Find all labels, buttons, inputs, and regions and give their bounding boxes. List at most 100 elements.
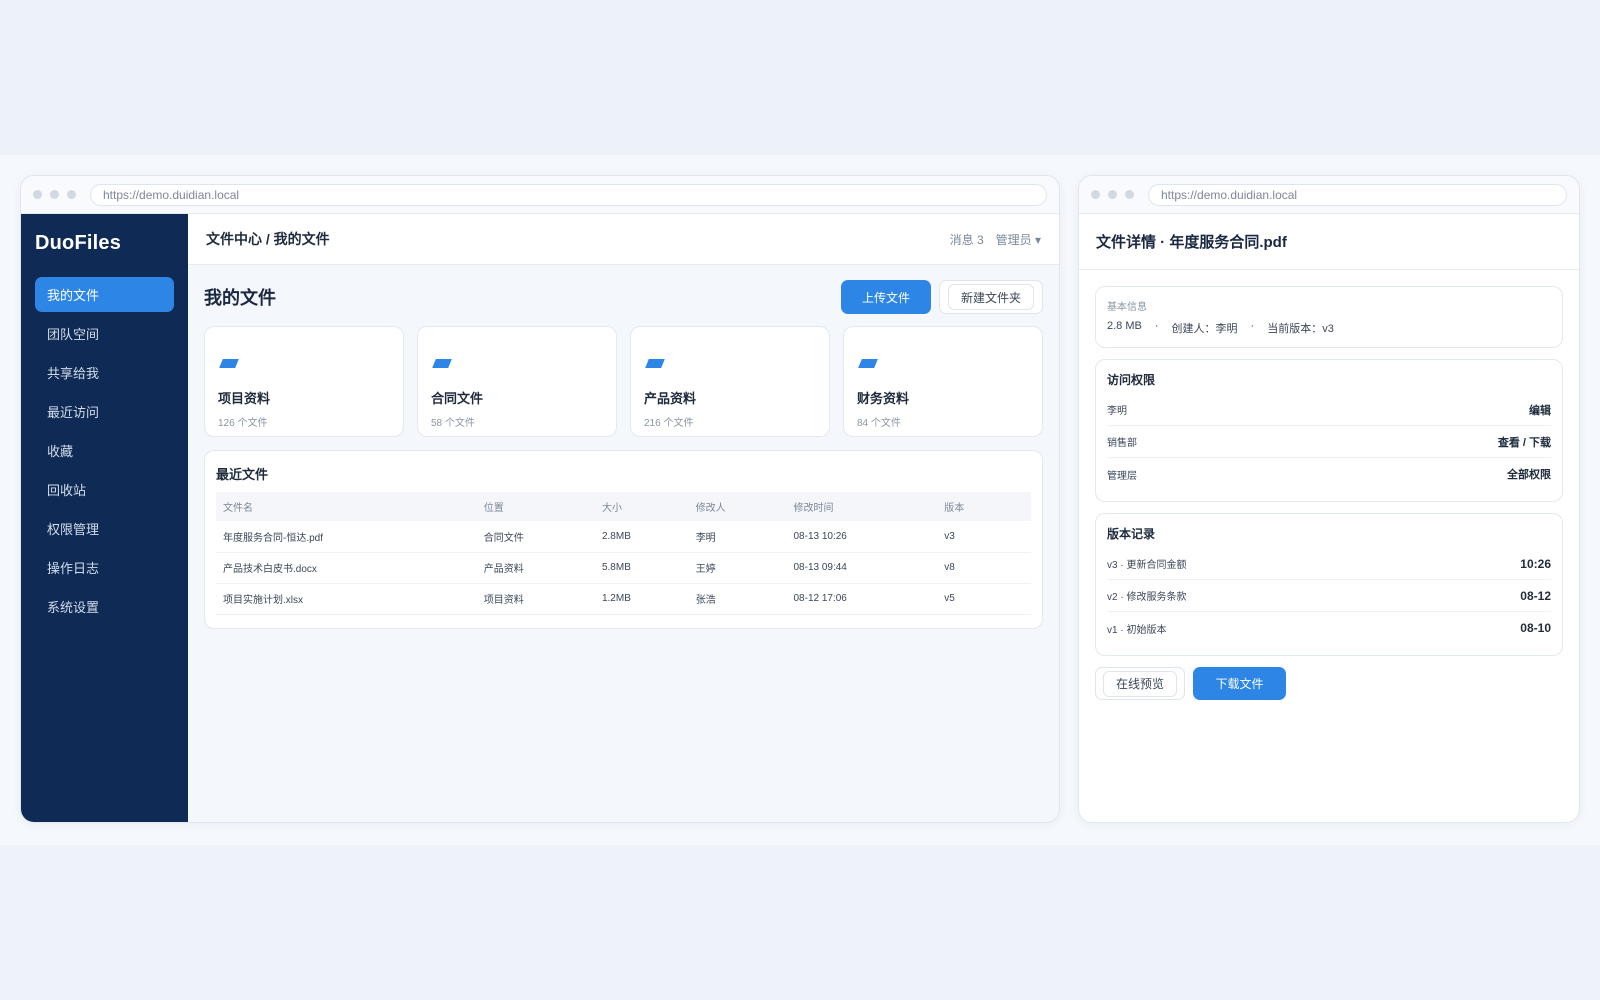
sidebar-item-my-files[interactable]: 我的文件 — [35, 277, 174, 312]
version-row[interactable]: v2 · 修改服务条款 08-12 — [1107, 580, 1551, 612]
access-permissions-box: 访问权限 李明 编辑 销售部 查看 / 下载 管理层 全部权限 — [1095, 359, 1563, 502]
current-version: 当前版本：v3 — [1267, 323, 1334, 335]
upload-button[interactable]: 上传文件 — [840, 280, 931, 314]
app-body: DuoFiles 我的文件 团队空间 共享给我 最近访问 收藏 回收站 权限管理 — [21, 214, 1059, 822]
folder-card[interactable]: 财务资料 84 个文件 — [843, 326, 1043, 437]
column-header[interactable]: 大小 — [595, 492, 689, 521]
detail-title: 文件详情 · 年度服务合同.pdf — [1096, 234, 1287, 251]
url-bar[interactable]: https://demo.duidian.local — [90, 183, 1047, 206]
window-dot-icon[interactable] — [1091, 190, 1100, 199]
version-description: v1 · 初始版本 — [1107, 624, 1167, 636]
version-cell: v3 — [937, 521, 1031, 553]
version-time: 08-12 — [1520, 588, 1551, 603]
permission-row[interactable]: 销售部 查看 / 下载 — [1107, 426, 1551, 458]
folder-card[interactable]: 项目资料 126 个文件 — [204, 326, 404, 437]
modified-time-cell: 08-12 17:06 — [786, 583, 938, 615]
table-row[interactable]: 项目实施计划.xlsx 项目资料 1.2MB 张浩 08-12 17:06 v5 — [216, 583, 1031, 615]
permission-row[interactable]: 李明 编辑 — [1107, 394, 1551, 426]
recent-files-panel: 最近文件 文件名 位置 大小 修改人 修改时间 版本 年度服务合同-恒达.pdf… — [204, 450, 1043, 629]
detail-header: 文件详情 · 年度服务合同.pdf — [1079, 214, 1579, 270]
version-cell: v5 — [937, 583, 1031, 615]
window-dot-icon[interactable] — [33, 190, 42, 199]
window-control-dots — [1091, 190, 1134, 199]
size-cell: 1.2MB — [594, 583, 689, 615]
sidebar-item-favorites[interactable]: 收藏 — [35, 433, 174, 468]
version-history-box: 版本记录 v3 · 更新合同金额 10:26 v2 · 修改服务条款 08-12… — [1095, 513, 1563, 656]
url-text: https://demo.duidian.local — [1161, 187, 1298, 202]
version-description: v3 · 更新合同金额 — [1107, 560, 1187, 571]
new-folder-button[interactable]: 新建文件夹 — [947, 284, 1034, 310]
new-folder-button-frame: 新建文件夹 — [938, 280, 1043, 314]
version-row[interactable]: v3 · 更新合同金额 10:26 — [1107, 548, 1551, 580]
url-text: https://demo.duidian.local — [103, 187, 240, 202]
column-header[interactable]: 文件名 — [216, 492, 477, 521]
folder-icon — [645, 359, 665, 368]
window-dot-icon[interactable] — [1108, 190, 1117, 199]
folder-count: 126 个文件 — [218, 418, 268, 429]
folder-name: 项目资料 — [218, 391, 271, 406]
sidebar-item-label: 共享给我 — [47, 366, 100, 381]
sidebar-item-label: 团队空间 — [47, 327, 100, 342]
sidebar-item-recycle-bin[interactable]: 回收站 — [35, 472, 174, 507]
brand-logo: DuoFiles — [35, 232, 122, 254]
permission-level: 查看 / 下载 — [1497, 436, 1551, 449]
modified-time-cell: 08-13 10:26 — [786, 521, 938, 553]
permission-level: 全部权限 — [1507, 469, 1551, 481]
permission-row[interactable]: 管理层 全部权限 — [1107, 458, 1551, 490]
size-cell: 2.8MB — [594, 521, 689, 553]
creator: 创建人：李明 — [1171, 323, 1238, 335]
folder-card[interactable]: 产品资料 216 个文件 — [630, 326, 830, 437]
version-cell: v8 — [937, 552, 1031, 584]
preview-button[interactable]: 在线预览 — [1103, 670, 1178, 697]
user-menu[interactable]: 管理员 ▾ — [996, 231, 1041, 248]
file-manager-window: https://demo.duidian.local DuoFiles 我的文件… — [20, 175, 1060, 823]
column-header[interactable]: 修改时间 — [786, 492, 937, 521]
modifier-cell: 李明 — [688, 521, 787, 553]
file-size: 2.8 MB — [1107, 320, 1142, 332]
modified-time-cell: 08-13 09:44 — [786, 552, 938, 584]
url-bar[interactable]: https://demo.duidian.local — [1148, 183, 1567, 206]
page-bottom-band — [0, 845, 1600, 1000]
folder-count: 58 个文件 — [431, 418, 475, 429]
column-header[interactable]: 修改人 — [689, 492, 787, 521]
sidebar-item-team-space[interactable]: 团队空间 — [35, 316, 174, 351]
permission-subject: 管理层 — [1107, 470, 1137, 482]
window-dot-icon[interactable] — [67, 190, 76, 199]
folder-icon — [219, 359, 239, 368]
window-control-dots — [33, 190, 76, 199]
sidebar-item-label: 系统设置 — [47, 600, 100, 615]
version-description: v2 · 修改服务条款 — [1107, 592, 1187, 603]
title-row: 我的文件 上传文件 新建文件夹 — [204, 280, 1043, 314]
column-header[interactable]: 位置 — [477, 492, 595, 521]
messages-link[interactable]: 消息 3 — [950, 231, 984, 248]
table-row[interactable]: 产品技术白皮书.docx 产品资料 5.8MB 王婷 08-13 09:44 v… — [216, 552, 1031, 584]
file-name-cell: 产品技术白皮书.docx — [216, 552, 477, 584]
sidebar-item-label: 我的文件 — [47, 288, 100, 303]
folder-card[interactable]: 合同文件 58 个文件 — [417, 326, 617, 437]
folder-name: 财务资料 — [857, 391, 910, 406]
basic-info-meta: 2.8 MB · 创建人：李明 · 当前版本：v3 — [1107, 320, 1551, 336]
table-header-row: 文件名 位置 大小 修改人 修改时间 版本 — [216, 492, 1031, 521]
version-row[interactable]: v1 · 初始版本 08-10 — [1107, 612, 1551, 644]
sidebar-item-label: 操作日志 — [47, 561, 100, 576]
location-cell: 项目资料 — [476, 583, 595, 615]
file-detail-window: https://demo.duidian.local 文件详情 · 年度服务合同… — [1078, 175, 1580, 823]
browser-chrome: https://demo.duidian.local — [1079, 176, 1579, 214]
download-button[interactable]: 下载文件 — [1193, 667, 1287, 700]
table-row[interactable]: 年度服务合同-恒达.pdf 合同文件 2.8MB 李明 08-13 10:26 … — [216, 521, 1031, 553]
location-cell: 产品资料 — [476, 552, 595, 584]
main-content: 我的文件 上传文件 新建文件夹 项目资料 126 个文件 合同文件 58 个文件… — [188, 265, 1059, 644]
folder-cards: 项目资料 126 个文件 合同文件 58 个文件 产品资料 216 个文件 财务… — [204, 326, 1043, 437]
sidebar-item-permissions[interactable]: 权限管理 — [35, 511, 174, 546]
sidebar-item-recent[interactable]: 最近访问 — [35, 394, 174, 429]
window-dot-icon[interactable] — [50, 190, 59, 199]
sidebar-item-activity-log[interactable]: 操作日志 — [35, 550, 174, 585]
sidebar-item-settings[interactable]: 系统设置 — [35, 589, 174, 624]
version-time: 08-10 — [1520, 621, 1551, 635]
window-dot-icon[interactable] — [1125, 190, 1134, 199]
basic-info-box: 基本信息 2.8 MB · 创建人：李明 · 当前版本：v3 — [1095, 286, 1563, 348]
sidebar-item-label: 回收站 — [47, 483, 87, 498]
detail-actions: 在线预览 下载文件 — [1095, 667, 1563, 700]
sidebar-item-shared-with-me[interactable]: 共享给我 — [35, 355, 174, 390]
column-header[interactable]: 版本 — [937, 492, 1031, 521]
